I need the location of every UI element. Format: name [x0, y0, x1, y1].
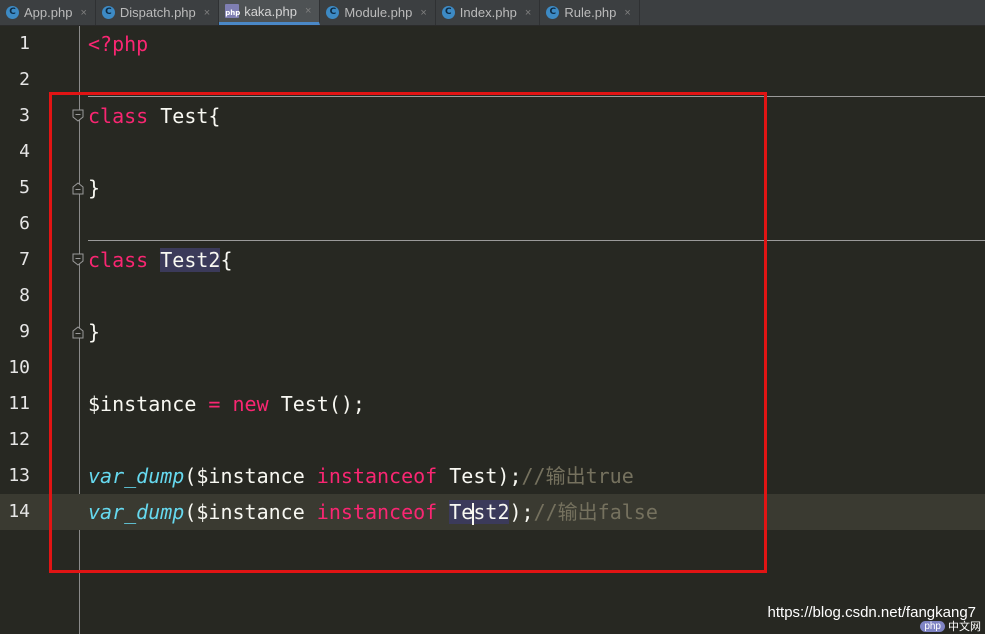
keyword: class [88, 248, 149, 272]
function-name: var_dump [88, 464, 185, 488]
tab-app-php[interactable]: C App.php × [0, 0, 96, 25]
comment: //输出false [533, 500, 658, 524]
code-line[interactable]: 11 $instance = new Test(); [0, 386, 985, 422]
class-file-icon: C [101, 6, 115, 19]
close-icon[interactable]: × [525, 7, 531, 19]
line-number: 8 [19, 285, 30, 306]
closing-brace: } [88, 320, 101, 344]
punctuation: ); [509, 500, 534, 524]
tab-index-php[interactable]: C Index.php × [436, 0, 541, 25]
tab-rule-php[interactable]: C Rule.php × [540, 0, 640, 25]
fold-end-icon[interactable] [72, 181, 84, 195]
argument: ($instance [184, 464, 305, 488]
opening-brace: { [220, 248, 233, 272]
highlighted-class-name: Test2 [160, 248, 221, 272]
close-icon[interactable]: × [305, 5, 311, 17]
closing-brace: } [88, 176, 101, 200]
class-name-part: st2 [473, 500, 510, 524]
line-number: 10 [8, 357, 30, 378]
code-text: var_dump($instance instanceof Test2);//输… [88, 494, 658, 530]
code-line[interactable]: 9 } [0, 314, 985, 350]
watermark-logo: php 中文网 [920, 618, 981, 634]
watermark-site: 中文网 [948, 621, 981, 633]
code-line[interactable]: 2 [0, 62, 985, 98]
tab-kaka-php[interactable]: php kaka.php × [219, 0, 321, 25]
class-name: Test); [449, 464, 522, 488]
close-icon[interactable]: × [80, 7, 86, 19]
code-line[interactable]: 8 [0, 278, 985, 314]
close-icon[interactable]: × [420, 7, 426, 19]
tab-label: Index.php [459, 5, 517, 20]
operator: = [208, 392, 221, 416]
php-open-tag: <?php [88, 32, 149, 56]
line-number: 6 [19, 213, 30, 234]
constructor-call: Test(); [280, 392, 365, 416]
line-number: 1 [19, 33, 30, 54]
class-file-icon: C [546, 6, 560, 19]
editor-tab-bar: C App.php × C Dispatch.php × php kaka.ph… [0, 0, 985, 26]
close-icon[interactable]: × [204, 7, 210, 19]
line-number: 2 [19, 69, 30, 90]
tab-label: Rule.php [564, 5, 617, 20]
code-text: $instance = new Test(); [88, 386, 365, 422]
line-number: 14 [8, 501, 30, 522]
tab-dispatch-php[interactable]: C Dispatch.php × [96, 0, 220, 25]
fold-collapse-icon[interactable] [72, 109, 84, 123]
line-number: 11 [8, 393, 30, 414]
code-line[interactable]: 4 [0, 134, 985, 170]
line-number: 7 [19, 249, 30, 270]
line-number: 13 [8, 465, 30, 486]
function-name: var_dump [88, 500, 185, 524]
code-line[interactable]: 6 [0, 206, 985, 242]
code-line[interactable]: 3 class Test{ [0, 98, 985, 134]
fold-collapse-icon[interactable] [72, 253, 84, 267]
class-file-icon: C [6, 6, 19, 19]
keyword: instanceof [316, 464, 438, 488]
code-line[interactable]: 5 } [0, 170, 985, 206]
php-file-icon: php [225, 4, 240, 18]
highlighted-class-name: Test2 [449, 500, 510, 525]
class-file-icon: C [326, 6, 340, 19]
line-number: 12 [8, 429, 30, 450]
code-text: } [88, 314, 100, 350]
close-icon[interactable]: × [624, 7, 630, 19]
keyword: instanceof [316, 500, 438, 524]
code-editor[interactable]: 1 <?php 2 3 class Test{ 4 5 } 6 7 class … [0, 26, 985, 634]
code-text: <?php [88, 26, 148, 62]
code-line[interactable]: 13 var_dump($instance instanceof Test);/… [0, 458, 985, 494]
php-badge: php [920, 620, 945, 632]
line-number: 9 [19, 321, 30, 342]
tab-label: Dispatch.php [119, 5, 196, 20]
code-line[interactable]: 7 class Test2{ [0, 242, 985, 278]
code-line[interactable]: 1 <?php [0, 26, 985, 62]
comment: //输出true [521, 464, 634, 488]
line-number: 3 [19, 105, 30, 126]
class-name: Test{ [160, 104, 221, 128]
code-text: class Test2{ [88, 242, 233, 278]
fold-end-icon[interactable] [72, 325, 84, 339]
keyword: class [88, 104, 149, 128]
code-text: class Test{ [88, 98, 220, 134]
code-line-current[interactable]: 14 var_dump($instance instanceof Test2);… [0, 494, 985, 530]
argument: ($instance [184, 500, 305, 524]
tab-module-php[interactable]: C Module.php × [320, 0, 436, 25]
keyword: new [232, 392, 269, 416]
variable: $instance [88, 392, 197, 416]
code-text: } [88, 170, 100, 206]
code-line[interactable]: 10 [0, 350, 985, 386]
class-file-icon: C [441, 6, 455, 19]
tab-label: Module.php [344, 5, 413, 20]
code-line[interactable]: 12 [0, 422, 985, 458]
tab-label: App.php [24, 5, 73, 20]
code-text: var_dump($instance instanceof Test);//输出… [88, 458, 634, 494]
class-name-part: Te [449, 500, 474, 524]
line-number: 4 [19, 141, 30, 162]
line-number: 5 [19, 177, 30, 198]
tab-label: kaka.php [244, 3, 297, 19]
